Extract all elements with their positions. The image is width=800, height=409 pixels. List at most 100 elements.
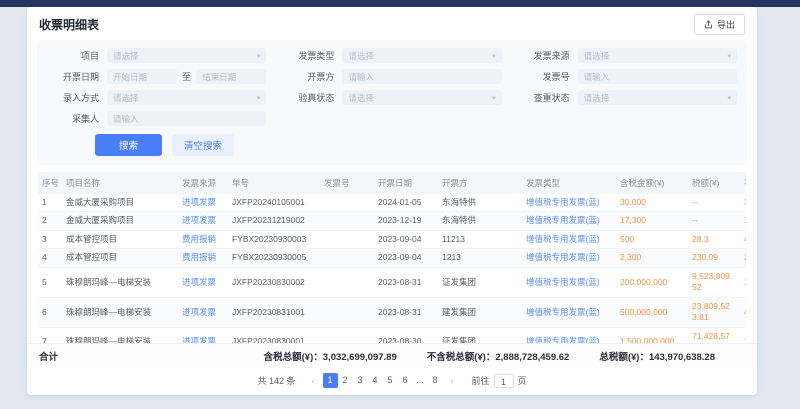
table-row: 3成本管控项目费用报销FYBX202309300032023-09-041121… bbox=[38, 230, 746, 248]
cell-invoice-source: 进项发票 bbox=[178, 212, 228, 230]
cell-order-no: JXFP20231219002 bbox=[228, 212, 320, 230]
filter-invoice-date-range: 开始日期至结束日期 bbox=[107, 69, 266, 84]
cell-order-no: JXFP20240105001 bbox=[228, 194, 320, 212]
chevron-down-icon: ▾ bbox=[727, 52, 731, 60]
next-page-button[interactable]: › bbox=[448, 376, 457, 386]
summary-tax-excluded-total: 不含税总额(¥)：2,888,728,459.62 bbox=[427, 349, 570, 363]
chevron-down-icon: ▾ bbox=[492, 52, 496, 60]
page-button-3[interactable]: 3 bbox=[353, 373, 368, 388]
cell-index: 5 bbox=[38, 267, 62, 297]
filter-invoice-source-select[interactable]: 请选择 ▾ bbox=[578, 48, 737, 63]
filter-invoice-date-end-input[interactable]: 结束日期 bbox=[196, 69, 266, 84]
card-header: 收票明细表 导出 bbox=[27, 7, 757, 40]
col-invoice-source: 发票来源 bbox=[178, 172, 228, 194]
cell-invoice-source: 进项发票 bbox=[178, 267, 228, 297]
cell-tax-amount: 71,428,571.43 bbox=[688, 327, 740, 343]
cell-project-name: 金威大厦采购项目 bbox=[62, 194, 178, 212]
filter-collector-input[interactable]: 请输入 bbox=[107, 111, 266, 126]
goto-page-prefix: 前往 bbox=[472, 374, 490, 387]
placeholder-text: 结束日期 bbox=[202, 71, 236, 83]
page-button-4[interactable]: 4 bbox=[368, 373, 383, 388]
more-pages-button[interactable]: ... bbox=[413, 373, 428, 388]
cell-invoice-date: 2023-08-30 bbox=[374, 327, 438, 343]
placeholder-text: 请选择 bbox=[584, 92, 610, 104]
prev-page-button[interactable]: ‹ bbox=[309, 376, 318, 386]
placeholder-text: 请选择 bbox=[113, 50, 139, 62]
filter-verify-status: 验真状态请选择▾ bbox=[282, 90, 501, 105]
col-amount-with-tax: 含税金额(¥) bbox=[616, 172, 688, 194]
filter-recheck-status-select[interactable]: 请选择 ▾ bbox=[578, 90, 737, 105]
col-index: 序号 bbox=[38, 172, 62, 194]
summary-total-label: 合计 bbox=[39, 349, 58, 363]
page-buttons: 123456...8 bbox=[323, 373, 443, 388]
clear-search-button[interactable]: 清空搜索 bbox=[172, 134, 234, 156]
summary-tax-total-label: 总税额(¥)： bbox=[599, 352, 649, 363]
page-title: 收票明细表 bbox=[39, 16, 99, 33]
filter-verify-status-select[interactable]: 请选择▾ bbox=[342, 90, 501, 105]
page-button-6[interactable]: 6 bbox=[398, 373, 413, 388]
filter-collector: 采集人请输入 bbox=[47, 111, 266, 126]
filter-invoice-type: 发票类型请选择▾ bbox=[282, 48, 501, 63]
page-button-2[interactable]: 2 bbox=[338, 373, 353, 388]
cell-project-name: 成本管控项目 bbox=[62, 249, 178, 267]
cell-amount-without-tax: 190,476,190.48 bbox=[740, 267, 746, 297]
cell-invoice-type: 增值税专用发票(蓝) bbox=[522, 327, 616, 343]
filter-project-select[interactable]: 请选择▾ bbox=[107, 48, 266, 63]
filter-collector-label: 采集人 bbox=[47, 112, 99, 125]
filter-grid: 项目请选择▾发票类型请选择▾发票来源请选择▾开票日期开始日期至结束日期开票方请输… bbox=[47, 48, 737, 126]
cell-tax-amount: -- bbox=[688, 194, 740, 212]
cell-invoice-no bbox=[320, 267, 374, 297]
filter-issuer-input[interactable]: 请输入 bbox=[342, 69, 501, 84]
cell-invoice-type: 增值税专用发票(蓝) bbox=[522, 297, 616, 327]
page-button-8[interactable]: 8 bbox=[428, 373, 443, 388]
placeholder-text: 请选择 bbox=[348, 50, 374, 62]
cell-issuer: 证发集团 bbox=[438, 267, 522, 297]
filter-invoice-type-select[interactable]: 请选择 ▾ bbox=[342, 48, 501, 63]
cell-invoice-no bbox=[320, 249, 374, 267]
cell-amount-without-tax: 471.7 bbox=[740, 230, 746, 248]
filter-invoice-no: 发票号请输入 bbox=[518, 69, 737, 84]
placeholder-text: 请选择 bbox=[584, 50, 610, 62]
invoice-detail-card: 收票明细表 导出 项目请选择▾发票类型请选择▾发票来源请选择▾开票日期开始日期至… bbox=[27, 7, 757, 395]
chevron-down-icon: ▾ bbox=[727, 94, 731, 102]
col-project-name: 项目名称 bbox=[62, 172, 178, 194]
cell-issuer: 建发集团 bbox=[438, 297, 522, 327]
page-button-1[interactable]: 1 bbox=[323, 373, 338, 388]
filter-invoice-no-input[interactable]: 请输入 bbox=[578, 69, 737, 84]
filter-invoice-date: 开票日期开始日期至结束日期 bbox=[47, 69, 266, 84]
search-button[interactable]: 搜索 bbox=[95, 134, 162, 156]
cell-invoice-type: 增值税专用发票(蓝) bbox=[522, 249, 616, 267]
filter-entry-method-select[interactable]: 请选择▾ bbox=[107, 90, 266, 105]
filter-invoice-date-label: 开票日期 bbox=[47, 70, 99, 83]
summary-row: 合计 含税总额(¥)：3,032,699,097.89不含税总额(¥)：2,88… bbox=[27, 343, 757, 368]
summary-tax-total-value: 143,970,638.28 bbox=[649, 352, 715, 363]
cell-tax-amount: 23,809,523.81 bbox=[688, 297, 740, 327]
cell-invoice-type: 增值税专用发票(蓝) bbox=[522, 194, 616, 212]
cell-amount-with-tax: 30,000 bbox=[616, 194, 688, 212]
cell-invoice-source: 进项发票 bbox=[178, 297, 228, 327]
filter-invoice-date-start-input[interactable]: 开始日期 bbox=[107, 69, 177, 84]
summary-items: 含税总额(¥)：3,032,699,097.89不含税总额(¥)：2,888,7… bbox=[58, 349, 745, 363]
cell-amount-with-tax: 200,000,000 bbox=[616, 267, 688, 297]
cell-amount-with-tax: 500 bbox=[616, 230, 688, 248]
cell-project-name: 成本管控项目 bbox=[62, 230, 178, 248]
invoice-table-wrap: 序号项目名称发票来源单号发票号开票日期开票方发票类型含税金额(¥)税额(¥)不含… bbox=[38, 172, 746, 343]
cell-invoice-type: 增值税专用发票(蓝) bbox=[522, 267, 616, 297]
cell-invoice-source: 进项发票 bbox=[178, 327, 228, 343]
cell-tax-amount: -- bbox=[688, 212, 740, 230]
col-invoice-no: 发票号 bbox=[320, 172, 374, 194]
export-button[interactable]: 导出 bbox=[694, 14, 745, 35]
cell-invoice-type: 增值税专用发票(蓝) bbox=[522, 230, 616, 248]
placeholder-text: 请输入 bbox=[348, 71, 374, 83]
cell-invoice-date: 2023-09-04 bbox=[374, 230, 438, 248]
cell-invoice-type: 增值税专用发票(蓝) bbox=[522, 212, 616, 230]
cell-invoice-date: 2023-12-19 bbox=[374, 212, 438, 230]
cell-amount-without-tax: 17,300 bbox=[740, 212, 746, 230]
table-row: 1金威大厦采购项目进项发票JXFP202401050012024-01-05东海… bbox=[38, 194, 746, 212]
page-button-5[interactable]: 5 bbox=[383, 373, 398, 388]
table-header-row: 序号项目名称发票来源单号发票号开票日期开票方发票类型含税金额(¥)税额(¥)不含… bbox=[38, 172, 746, 194]
cell-invoice-date: 2023-08-31 bbox=[374, 267, 438, 297]
goto-page-input[interactable]: 1 bbox=[494, 374, 514, 388]
cell-issuer: 1213 bbox=[438, 249, 522, 267]
filter-panel: 项目请选择▾发票类型请选择▾发票来源请选择▾开票日期开始日期至结束日期开票方请输… bbox=[37, 40, 747, 165]
